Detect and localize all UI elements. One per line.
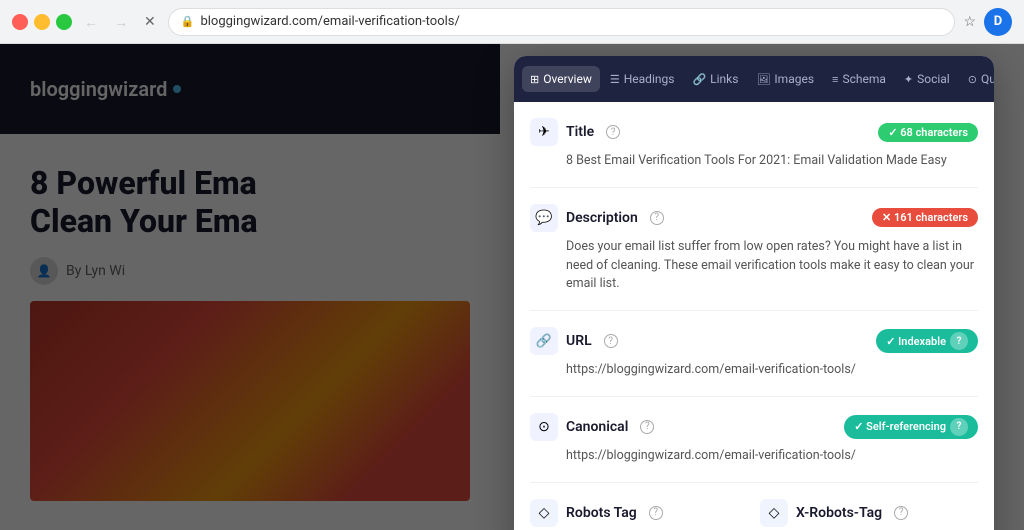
url-section: 🔗 URL ? ✓ Indexable ? https://bloggingwi… [530,327,978,397]
x-robots-tag-left: ◇ X-Robots-Tag ? [760,499,908,527]
headings-icon: ☰ [610,73,620,86]
description-label: Description [566,210,638,226]
forward-button[interactable]: → [110,10,132,34]
browser-chrome: ← → ✕ 🔒 bloggingwizard.com/email-verific… [0,0,1024,44]
window-maximize-btn[interactable] [56,14,72,30]
seo-panel: ⊞ Overview ☰ Headings 🔗 Links 🖼 Images ≡… [514,56,994,530]
description-value: Does your email list suffer from low ope… [566,238,978,294]
nav-schema-label: Schema [842,72,885,86]
canonical-badge-info[interactable]: ? [950,418,968,436]
url-header: 🔗 URL ? ✓ Indexable ? [530,327,978,355]
description-badge: ✕ 161 characters [872,208,978,227]
reload-button[interactable]: ✕ [140,9,160,34]
nav-overview[interactable]: ⊞ Overview [522,66,600,92]
images-icon: 🖼 [756,73,770,86]
lock-icon: 🔒 [181,15,195,28]
title-badge: ✓ 68 characters [878,123,978,142]
canonical-label: Canonical [566,419,628,435]
x-robots-tag-label: X-Robots-Tag [796,505,882,521]
url-value: https://bloggingwizard.com/email-verific… [566,361,978,380]
robots-tag-help-icon[interactable]: ? [649,506,663,520]
bookmark-icon[interactable]: ☆ [963,14,976,30]
panel-body: ✈ Title ? ✓ 68 characters 8 Best Email V… [514,102,994,530]
url-left: 🔗 URL ? [530,327,618,355]
nav-links-label: Links [710,72,738,86]
robots-tag-section: ◇ Robots Tag ? index, follow [530,499,748,530]
nav-social[interactable]: ✦ Social [896,66,958,92]
nav-schema[interactable]: ≡ Schema [824,66,894,92]
quicklinks-icon: ⊙ [968,73,977,86]
nav-social-label: Social [917,72,950,86]
nav-images[interactable]: 🖼 Images [748,66,822,92]
nav-headings-label: Headings [624,72,675,86]
nav-links[interactable]: 🔗 Links [684,66,746,92]
profile-avatar[interactable]: D [984,8,1012,36]
canonical-help-icon[interactable]: ? [640,420,654,434]
nav-quicklinks-label: Quick Links [981,72,994,86]
url-help-icon[interactable]: ? [604,334,618,348]
nav-overview-label: Overview [543,72,592,86]
robots-tag-label: Robots Tag [566,505,637,521]
title-label: Title [566,124,594,140]
url-badge: ✓ Indexable ? [876,329,978,353]
title-header: ✈ Title ? ✓ 68 characters [530,118,978,146]
nav-quicklinks[interactable]: ⊙ Quick Links [960,66,994,92]
canonical-section: ⊙ Canonical ? ✓ Self-referencing ? https… [530,413,978,483]
description-section: 💬 Description ? ✕ 161 characters Does yo… [530,204,978,311]
canonical-left: ⊙ Canonical ? [530,413,654,441]
schema-icon: ≡ [832,73,838,86]
url-badge-info[interactable]: ? [950,332,968,350]
title-section: ✈ Title ? ✓ 68 characters 8 Best Email V… [530,118,978,188]
nav-images-label: Images [774,72,814,86]
description-header: 💬 Description ? ✕ 161 characters [530,204,978,232]
canonical-icon: ⊙ [530,413,558,441]
x-robots-tag-header: ◇ X-Robots-Tag ? [760,499,978,527]
description-icon: 💬 [530,204,558,232]
description-help-icon[interactable]: ? [650,211,664,225]
title-help-icon[interactable]: ? [606,125,620,139]
description-left: 💬 Description ? [530,204,664,232]
title-value: 8 Best Email Verification Tools For 2021… [566,152,978,171]
robots-tag-icon: ◇ [530,499,558,527]
overview-icon: ⊞ [530,73,539,86]
window-close-btn[interactable] [12,14,28,30]
canonical-value: https://bloggingwizard.com/email-verific… [566,447,978,466]
url-icon: 🔗 [530,327,558,355]
page-content: bloggingwizard 8 Powerful Ema Clean Your… [0,44,1024,530]
x-robots-tag-section: ◇ X-Robots-Tag ? Missing [760,499,978,530]
url-label: URL [566,333,592,349]
canonical-badge: ✓ Self-referencing ? [844,415,978,439]
canonical-header: ⊙ Canonical ? ✓ Self-referencing ? [530,413,978,441]
x-robots-tag-icon: ◇ [760,499,788,527]
panel-navigation: ⊞ Overview ☰ Headings 🔗 Links 🖼 Images ≡… [514,56,994,102]
back-button[interactable]: ← [80,10,102,34]
title-icon: ✈ [530,118,558,146]
x-robots-tag-help-icon[interactable]: ? [894,506,908,520]
window-minimize-btn[interactable] [34,14,50,30]
robots-tag-header: ◇ Robots Tag ? [530,499,748,527]
browser-window-controls [12,14,72,30]
social-icon: ✦ [904,73,913,86]
robots-row: ◇ Robots Tag ? index, follow ◇ X-Robots-… [530,499,978,530]
url-text: bloggingwizard.com/email-verification-to… [200,14,942,29]
title-left: ✈ Title ? [530,118,620,146]
robots-tag-left: ◇ Robots Tag ? [530,499,663,527]
address-bar[interactable]: 🔒 bloggingwizard.com/email-verification-… [168,8,956,36]
links-icon: 🔗 [692,73,706,86]
nav-headings[interactable]: ☰ Headings [602,66,683,92]
